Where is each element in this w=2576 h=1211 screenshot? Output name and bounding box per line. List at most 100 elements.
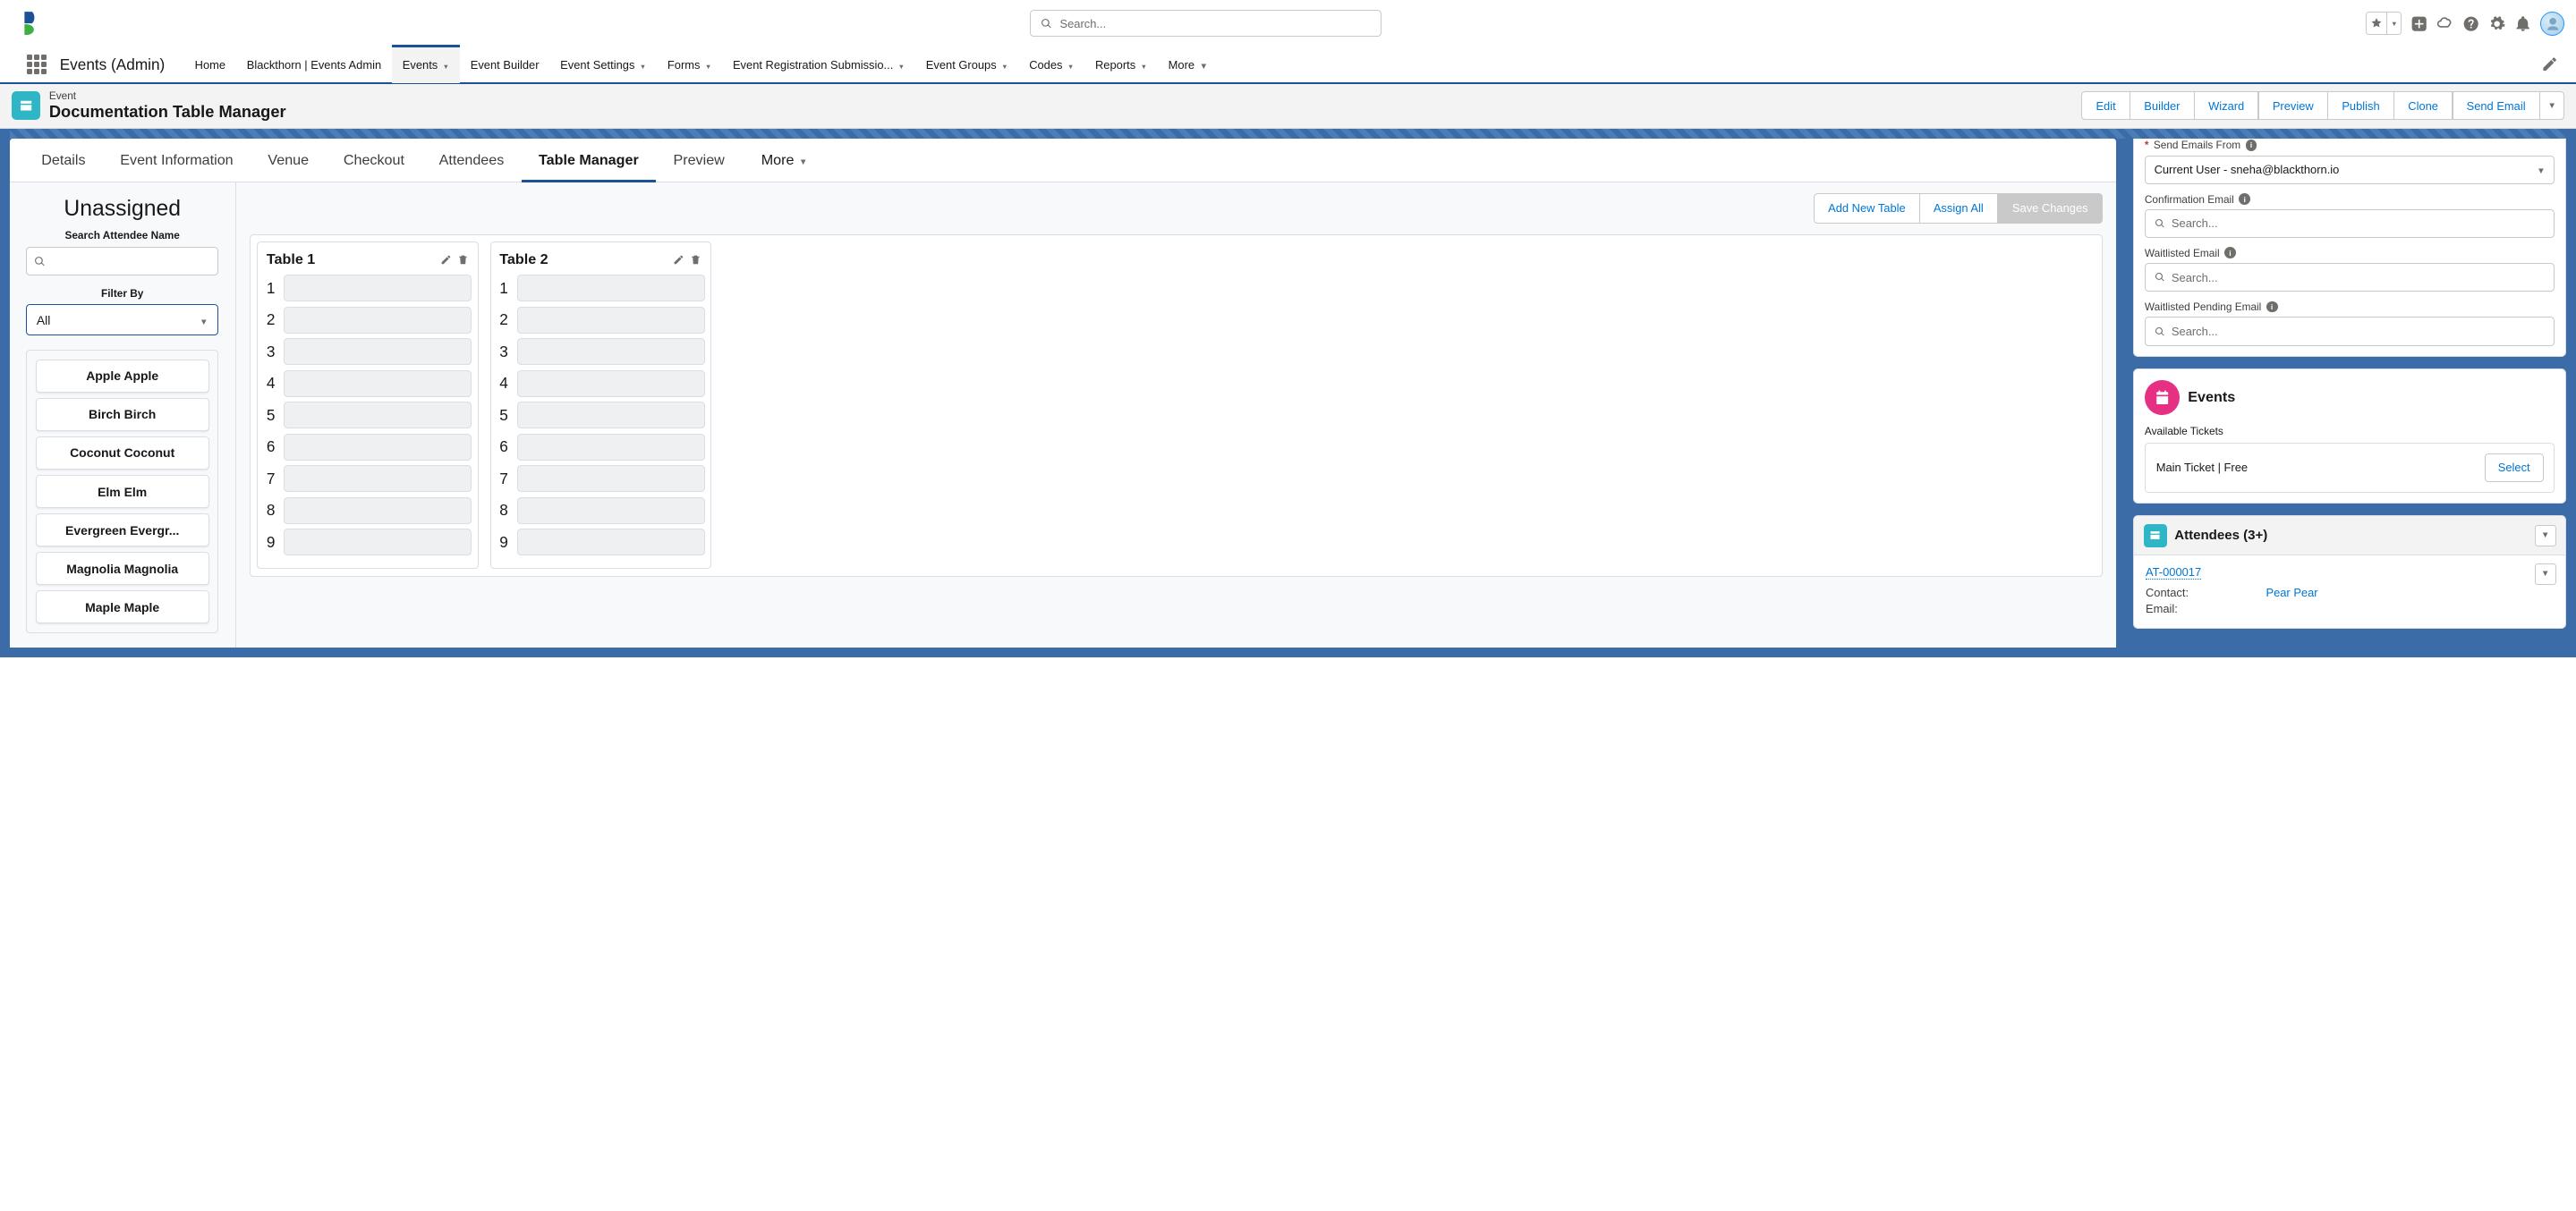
user-avatar[interactable]	[2540, 12, 2564, 36]
contact-value[interactable]: Pear Pear	[2266, 586, 2317, 599]
tab-event-information[interactable]: Event Information	[103, 139, 251, 182]
nav-event-settings[interactable]: Event Settings	[549, 47, 657, 83]
add-new-table-button[interactable]: Add New Table	[1814, 193, 1920, 224]
seat-slot[interactable]	[284, 370, 472, 397]
send-emails-from-label: Send Emails From	[2154, 139, 2240, 151]
seat-slot[interactable]	[517, 497, 705, 524]
nav-events[interactable]: Events	[392, 47, 460, 83]
nav-home[interactable]: Home	[184, 47, 236, 83]
seat-slot[interactable]	[284, 402, 472, 428]
salesforce-cloud-icon[interactable]	[2436, 15, 2453, 32]
notification-bell-icon[interactable]	[2514, 15, 2531, 32]
nav-reports[interactable]: Reports	[1084, 47, 1158, 83]
wizard-button[interactable]: Wizard	[2194, 91, 2258, 120]
tab-checkout[interactable]: Checkout	[326, 139, 421, 182]
delete-table-icon[interactable]	[457, 254, 469, 266]
chevron-down-icon	[1199, 58, 1208, 72]
seat-slot[interactable]	[517, 275, 705, 301]
seat-slot[interactable]	[517, 465, 705, 492]
chevron-down-icon	[2391, 20, 2397, 28]
help-icon[interactable]	[2462, 15, 2479, 32]
seat-number: 4	[264, 374, 278, 393]
seat-number: 1	[497, 279, 511, 298]
seat-slot[interactable]	[517, 529, 705, 555]
info-icon[interactable]: i	[2246, 140, 2257, 151]
seat-slot[interactable]	[517, 402, 705, 428]
app-name: Events (Admin)	[60, 55, 166, 74]
nav-codes[interactable]: Codes	[1018, 47, 1084, 83]
tab-preview[interactable]: Preview	[656, 139, 742, 182]
seat-slot[interactable]	[284, 338, 472, 365]
seat-slot[interactable]	[517, 307, 705, 334]
clone-button[interactable]: Clone	[2393, 91, 2453, 120]
tab-attendees[interactable]: Attendees	[421, 139, 521, 182]
search-icon	[1041, 18, 1052, 30]
attendees-panel-title: Attendees (3+)	[2174, 528, 2527, 543]
select-ticket-button[interactable]: Select	[2485, 453, 2544, 482]
assign-all-button[interactable]: Assign All	[1920, 193, 1998, 224]
seat-slot[interactable]	[284, 307, 472, 334]
tab-venue[interactable]: Venue	[251, 139, 326, 182]
info-icon[interactable]: i	[2224, 247, 2236, 258]
seat-slot[interactable]	[517, 434, 705, 461]
builder-button[interactable]: Builder	[2130, 91, 2194, 120]
attendee-card[interactable]: Elm Elm	[36, 475, 209, 509]
favorites-split-button[interactable]	[2366, 12, 2402, 35]
attendee-card[interactable]: Apple Apple	[36, 360, 209, 394]
attendee-card[interactable]: Birch Birch	[36, 398, 209, 432]
add-icon[interactable]	[2410, 15, 2427, 32]
send-email-button[interactable]: Send Email	[2453, 91, 2540, 120]
preview-button[interactable]: Preview	[2258, 91, 2328, 120]
attendee-search-input[interactable]	[26, 247, 218, 275]
app-launcher-icon[interactable]	[27, 55, 47, 74]
seat-slot[interactable]	[517, 370, 705, 397]
seat-slot[interactable]	[284, 275, 472, 301]
attendee-card[interactable]: Coconut Coconut	[36, 436, 209, 470]
seat-slot[interactable]	[284, 434, 472, 461]
waitlisted-pending-email-lookup[interactable]: Search...	[2145, 317, 2555, 345]
tab-details[interactable]: Details	[24, 139, 103, 182]
chevron-down-icon	[898, 58, 905, 72]
table-name: Table 2	[499, 251, 548, 268]
edit-button[interactable]: Edit	[2081, 91, 2130, 120]
delete-table-icon[interactable]	[690, 254, 701, 266]
attendee-record-menu[interactable]	[2535, 563, 2556, 585]
edit-table-icon[interactable]	[440, 254, 452, 266]
edit-nav-pencil-icon[interactable]	[2541, 55, 2558, 72]
tab-table-manager[interactable]: Table Manager	[522, 139, 656, 182]
nav-event-groups[interactable]: Event Groups	[915, 47, 1018, 83]
edit-table-icon[interactable]	[673, 254, 684, 266]
publish-button[interactable]: Publish	[2327, 91, 2393, 120]
nav-blackthorn-admin[interactable]: Blackthorn | Events Admin	[236, 47, 392, 83]
attendee-card[interactable]: Evergreen Evergr...	[36, 513, 209, 547]
seat-slot[interactable]	[517, 338, 705, 365]
tabs-more-dropdown[interactable]: More	[761, 152, 808, 169]
attendee-record-link[interactable]: AT-000017	[2146, 565, 2201, 580]
save-changes-button: Save Changes	[1998, 193, 2103, 224]
waitlisted-pending-email-label: Waitlisted Pending Email	[2145, 301, 2261, 313]
contact-label: Contact:	[2146, 586, 2266, 599]
seat-slot[interactable]	[284, 465, 472, 492]
seat-slot[interactable]	[284, 529, 472, 555]
attendee-card[interactable]: Maple Maple	[36, 590, 209, 624]
filter-by-select[interactable]: All	[26, 304, 218, 335]
nav-registration-submissions[interactable]: Event Registration Submissio...	[722, 47, 915, 83]
seat-slot[interactable]	[284, 497, 472, 524]
gear-icon[interactable]	[2488, 15, 2505, 32]
info-icon[interactable]: i	[2239, 193, 2250, 205]
nav-event-builder[interactable]: Event Builder	[460, 47, 549, 83]
seat-number: 5	[497, 406, 511, 425]
more-actions-dropdown[interactable]	[2539, 91, 2564, 120]
global-search-input[interactable]: Search...	[1030, 10, 1382, 37]
waitlisted-email-lookup[interactable]: Search...	[2145, 263, 2555, 292]
seat-number: 5	[264, 406, 278, 425]
confirmation-email-lookup[interactable]: Search...	[2145, 209, 2555, 238]
nav-forms[interactable]: Forms	[657, 47, 722, 83]
nav-more[interactable]: More	[1158, 47, 1219, 83]
send-emails-from-select[interactable]: Current User - sneha@blackthorn.io	[2145, 156, 2555, 184]
attendees-panel-menu[interactable]	[2535, 525, 2556, 546]
decorative-pattern	[10, 129, 2567, 140]
attendee-card[interactable]: Magnolia Magnolia	[36, 552, 209, 586]
required-indicator: *	[2145, 139, 2149, 151]
info-icon[interactable]: i	[2266, 301, 2278, 313]
